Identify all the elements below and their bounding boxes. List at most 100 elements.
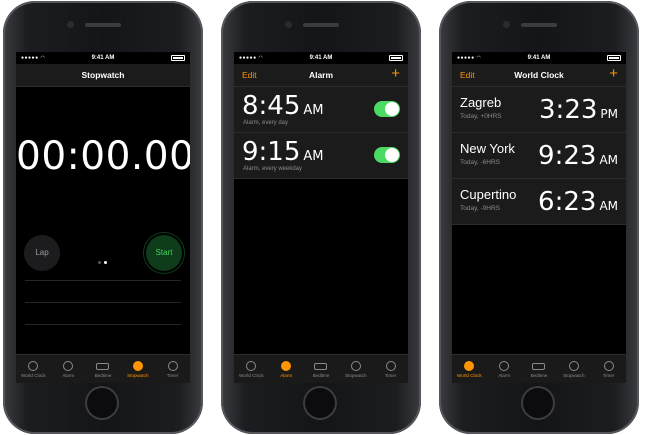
tab-stopwatch[interactable]: Stopwatch	[338, 355, 373, 383]
tab-timer[interactable]: Timer	[155, 355, 190, 383]
status-time: 9:41 AM	[309, 55, 333, 61]
status-bar: ●●●●● ◠ 9:41 AM	[16, 52, 190, 64]
globe-icon	[246, 361, 257, 372]
tab-label: World Clock	[21, 373, 46, 378]
lap-button[interactable]: Lap	[24, 235, 60, 271]
city-time: 9:23 AM	[538, 141, 618, 171]
tab-label: Bedtime	[312, 373, 330, 378]
page-dot-active[interactable]	[103, 261, 107, 264]
stopwatch-icon	[132, 361, 143, 372]
city-offset: Today, +0HRS	[460, 113, 502, 120]
tab-label: Bedtime	[94, 373, 112, 378]
start-button[interactable]: Start	[146, 235, 182, 271]
phone-stopwatch: ●●●●● ◠ 9:41 AM Stopwatch 00:00.00 Lap S…	[3, 1, 203, 434]
tab-bar: World Clock Alarm Bedtime Stopwatch Time…	[234, 354, 408, 383]
city-offset: Today, -6HRS	[460, 159, 500, 166]
tab-label: Timer	[384, 373, 397, 378]
tab-label: Timer	[602, 373, 615, 378]
tab-timer[interactable]: Timer	[373, 355, 408, 383]
city-row[interactable]: Zagreb Today, +0HRS 3:23 PM	[452, 87, 626, 133]
lap-divider	[25, 280, 181, 281]
tab-label: Alarm	[498, 373, 511, 378]
lap-divider	[25, 302, 181, 303]
status-bar: ●●●●● ◠ 9:41 AM	[452, 52, 626, 64]
city-list: Zagreb Today, +0HRS 3:23 PM New York Toda…	[452, 87, 626, 225]
tab-bedtime[interactable]: Bedtime	[522, 355, 557, 383]
tab-world-clock[interactable]: World Clock	[16, 355, 51, 383]
alarm-time: 9:15 AM	[242, 137, 324, 167]
alarm-list: 8:45 AM Alarm, every day 9:15 AM Alarm, ev…	[234, 87, 408, 179]
stopwatch-readout: 00:00.00	[16, 134, 190, 179]
tab-label: Bedtime	[530, 373, 548, 378]
page-title: Alarm	[308, 70, 334, 80]
city-name: Cupertino	[460, 187, 517, 202]
alarm-clock-icon	[63, 361, 74, 372]
home-button[interactable]	[521, 386, 555, 420]
bed-icon	[96, 362, 110, 370]
battery-icon	[607, 55, 621, 61]
tab-label: World Clock	[457, 373, 482, 378]
tab-label: World Clock	[239, 373, 264, 378]
status-bar: ●●●●● ◠ 9:41 AM	[234, 52, 408, 64]
navbar: Stopwatch	[16, 64, 190, 87]
stopwatch-icon	[568, 361, 579, 372]
tab-alarm[interactable]: Alarm	[487, 355, 522, 383]
status-time: 9:41 AM	[91, 55, 115, 61]
alarm-clock-icon	[499, 361, 510, 372]
tab-label: Stopwatch	[345, 373, 367, 378]
earpiece-speaker	[521, 23, 557, 27]
alarm-row[interactable]: 8:45 AM Alarm, every day	[234, 87, 408, 133]
tab-timer[interactable]: Timer	[591, 355, 626, 383]
alarm-time: 8:45 AM	[242, 91, 324, 121]
tab-bar: World Clock Alarm Bedtime Stopwatch Time…	[452, 354, 626, 383]
earpiece-speaker	[85, 23, 121, 27]
alarm-toggle[interactable]	[374, 101, 400, 117]
tab-world-clock[interactable]: World Clock	[452, 355, 487, 383]
alarm-toggle[interactable]	[374, 147, 400, 163]
city-row[interactable]: New York Today, -6HRS 9:23 AM	[452, 133, 626, 179]
battery-icon	[389, 55, 403, 61]
city-time: 3:23 PM	[539, 95, 618, 125]
front-camera	[67, 21, 74, 28]
front-camera	[285, 21, 292, 28]
add-city-button[interactable]: +	[609, 65, 618, 82]
page-title: World Clock	[514, 70, 564, 80]
city-row[interactable]: Cupertino Today, -9HRS 6:23 AM	[452, 179, 626, 225]
phone-world-clock: ●●●●● ◠ 9:41 AM Edit World Clock + Zagre…	[439, 1, 639, 434]
alarm-label: Alarm, every weekday	[243, 166, 303, 172]
navbar: Edit Alarm +	[234, 64, 408, 87]
tab-world-clock[interactable]: World Clock	[234, 355, 269, 383]
tab-label: Stopwatch	[127, 373, 149, 378]
alarm-screen: ●●●●● ◠ 9:41 AM Edit Alarm + 8:45 AM Alar…	[234, 52, 408, 383]
city-name: Zagreb	[460, 95, 502, 110]
tab-bedtime[interactable]: Bedtime	[304, 355, 339, 383]
page-dot[interactable]	[97, 261, 101, 264]
tab-bar: World Clock Alarm Bedtime Stopwatch Time…	[16, 354, 190, 383]
page-indicator[interactable]	[96, 251, 108, 269]
city-time: 6:23 AM	[538, 187, 618, 217]
tab-label: Alarm	[62, 373, 75, 378]
tab-label: Alarm	[280, 373, 293, 378]
bed-icon	[532, 362, 546, 370]
battery-icon	[171, 55, 185, 61]
globe-icon	[28, 361, 39, 372]
add-alarm-button[interactable]: +	[391, 65, 400, 82]
tab-stopwatch[interactable]: Stopwatch	[556, 355, 591, 383]
stopwatch-icon	[350, 361, 361, 372]
home-button[interactable]	[85, 386, 119, 420]
home-button[interactable]	[303, 386, 337, 420]
front-camera	[503, 21, 510, 28]
phone-alarm: ●●●●● ◠ 9:41 AM Edit Alarm + 8:45 AM Alar…	[221, 1, 421, 434]
tab-label: Timer	[166, 373, 179, 378]
tab-alarm[interactable]: Alarm	[269, 355, 304, 383]
alarm-row[interactable]: 9:15 AM Alarm, every weekday	[234, 133, 408, 179]
tab-alarm[interactable]: Alarm	[51, 355, 86, 383]
earpiece-speaker	[303, 23, 339, 27]
lap-divider	[25, 324, 181, 325]
tab-stopwatch[interactable]: Stopwatch	[120, 355, 155, 383]
globe-icon	[464, 361, 475, 372]
bed-icon	[314, 362, 328, 370]
timer-icon	[385, 361, 396, 372]
tab-bedtime[interactable]: Bedtime	[86, 355, 121, 383]
page-title: Stopwatch	[81, 70, 125, 80]
